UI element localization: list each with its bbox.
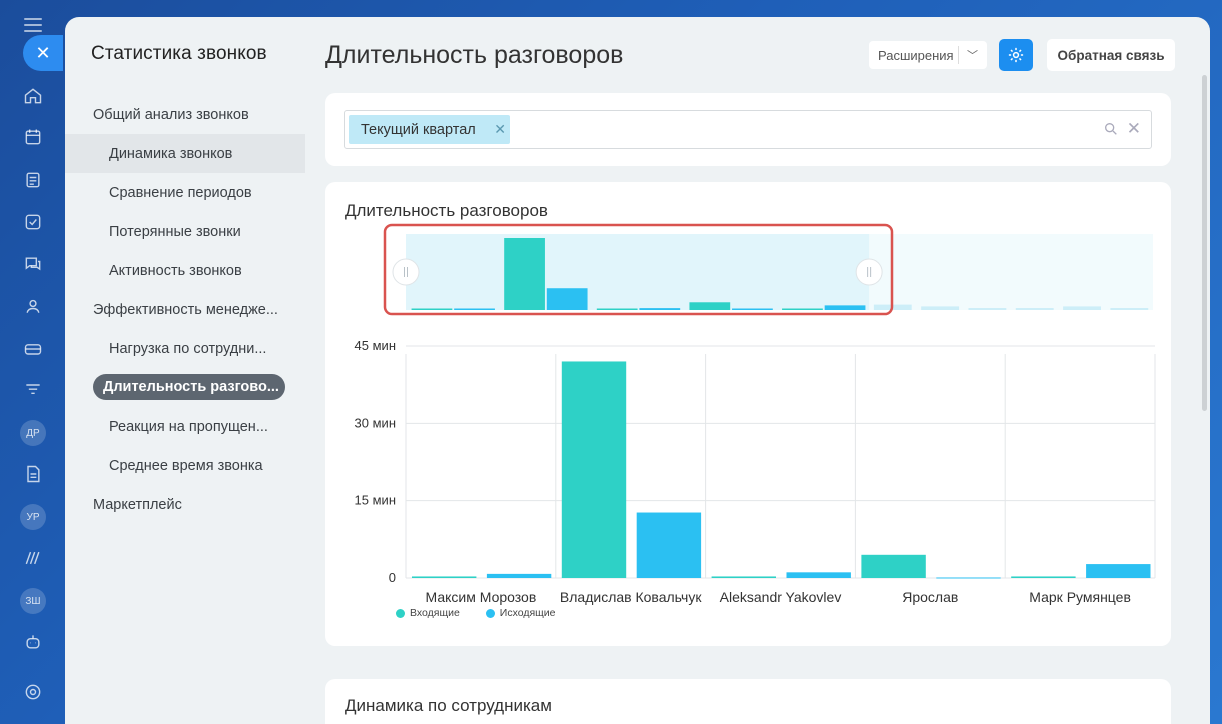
y-tick-label: 45 мин <box>355 338 396 353</box>
bar-incoming <box>1011 576 1076 578</box>
navigator-bar <box>824 305 866 310</box>
x-tick-label: Aleksandr Yakovlev <box>720 589 842 605</box>
bar-incoming <box>711 576 777 578</box>
x-tick-label: Ярослав <box>902 589 958 605</box>
y-tick-label: 15 мин <box>355 493 396 508</box>
filter-card: Текущий квартал ✕ ✕ <box>325 93 1171 166</box>
legend-dot-outgoing <box>485 608 495 618</box>
legend-item-incoming[interactable]: Входящие <box>396 607 460 619</box>
chart-title: Длительность разговоров <box>345 201 548 220</box>
sidebar-item[interactable]: Динамика звонков <box>65 134 305 173</box>
bar-incoming <box>861 554 926 578</box>
navigator-bar <box>454 308 495 310</box>
sidebar-item[interactable]: Сравнение периодов <box>65 173 305 212</box>
report-sidebar: Статистика звонков Общий анализ звонков Д… <box>65 17 305 724</box>
menu-icon[interactable] <box>24 18 42 32</box>
extensions-label: Расширения <box>878 47 954 63</box>
navigator-bar-faded <box>921 306 960 310</box>
funnel-icon[interactable] <box>21 378 45 402</box>
marketplace-icon[interactable] <box>21 546 45 570</box>
workgroup-avatar[interactable]: ЗШ <box>20 588 46 614</box>
filter-tag-label: Текущий квартал <box>361 121 476 138</box>
sidebar-item[interactable]: Маркетплейс <box>65 485 305 524</box>
main-content: Длительность разговоров Расширения ﹀ Обр… <box>325 17 1210 724</box>
navigator-bar <box>639 308 681 310</box>
bar-outgoing <box>486 573 552 578</box>
section-title: Динамика по сотрудникам <box>345 696 552 715</box>
legend-label-outgoing: Исходящие <box>499 607 556 619</box>
navigator-bar <box>411 308 453 310</box>
navigator-bar <box>689 302 731 310</box>
robot-icon[interactable] <box>21 630 45 654</box>
crm-icon[interactable] <box>21 337 45 361</box>
navigator-bar <box>504 238 545 310</box>
bar-incoming <box>411 576 477 578</box>
sidebar-item[interactable]: Нагрузка по сотрудни... <box>65 329 305 368</box>
scrollbar[interactable] <box>1202 75 1207 411</box>
sidebar-item[interactable]: Реакция на пропущен... <box>65 407 305 446</box>
workgroup-avatar[interactable]: ДР <box>20 420 46 446</box>
y-tick-label: 0 <box>389 570 396 585</box>
search-icon[interactable] <box>1103 121 1119 142</box>
legend-item-outgoing[interactable]: Исходящие <box>485 607 556 619</box>
app-rail: ✕ ДР УР ЗШ <box>0 0 66 724</box>
navigator-handle-left <box>392 258 420 286</box>
sidebar-item[interactable]: Среднее время звонка <box>65 446 305 485</box>
x-tick-label: Максим Морозов <box>426 589 537 605</box>
document-icon[interactable] <box>21 168 45 192</box>
tasks-icon[interactable] <box>21 210 45 234</box>
settings-icon[interactable] <box>21 680 45 704</box>
bar-outgoing <box>786 572 851 578</box>
duration-chart: 0 15 мин 30 мин 45 мин Максим Морозов Владисл… <box>355 223 1156 605</box>
navigator-bar-faded <box>1110 308 1149 310</box>
bar-outgoing <box>1086 564 1151 578</box>
settings-button[interactable] <box>999 39 1033 71</box>
sidebar-item[interactable]: Потерянные звонки <box>65 212 305 251</box>
chart-legend: Входящие Исходящие <box>396 607 556 619</box>
navigator-bar-faded <box>1015 308 1054 310</box>
bar-outgoing <box>636 512 702 578</box>
chat-icon[interactable] <box>21 252 45 276</box>
bar-outgoing <box>936 577 1001 579</box>
sidebar-title: Статистика звонков <box>91 43 267 64</box>
legend-dot-incoming <box>396 608 405 618</box>
file-icon[interactable] <box>21 462 45 486</box>
sidebar-item[interactable]: Активность звонков <box>65 251 305 290</box>
clear-icon[interactable]: ✕ <box>1127 119 1141 139</box>
navigator-bar <box>546 288 588 310</box>
gear-icon <box>1008 47 1024 63</box>
navigator-bar-faded <box>968 308 1007 310</box>
employee-dynamics-card: Динамика по сотрудникам <box>325 679 1171 724</box>
legend-label-incoming: Входящие <box>410 607 460 619</box>
navigator-bar <box>782 308 823 310</box>
chevron-down-icon: ﹀ <box>967 50 978 62</box>
home-icon[interactable] <box>21 84 45 108</box>
y-tick-label: 30 мин <box>355 415 396 430</box>
slider-panel: Статистика звонков Общий анализ звонков Д… <box>65 17 1210 724</box>
navigator-bar-faded <box>1063 306 1101 310</box>
extensions-dropdown[interactable]: Расширения ﹀ <box>869 41 987 69</box>
users-icon[interactable] <box>21 294 45 318</box>
close-panel-button[interactable]: ✕ <box>23 35 63 71</box>
chart-card: Длительность разговоров 0 15 мин 30 мин 45 … <box>325 182 1171 646</box>
sidebar-item[interactable]: Общий анализ звонков <box>65 95 305 134</box>
remove-tag-icon[interactable]: ✕ <box>494 121 506 138</box>
sidebar-item[interactable]: Эффективность менедже... <box>65 290 305 329</box>
navigator-handle-right <box>855 258 883 286</box>
navigator-selection <box>406 234 870 310</box>
x-tick-label: Владислав Ковальчук <box>560 589 702 605</box>
feedback-button[interactable]: Обратная связь <box>1047 39 1175 71</box>
x-tick-label: Марк Румянцев <box>1029 589 1131 605</box>
workgroup-avatar[interactable]: УР <box>20 504 46 530</box>
navigator-bar <box>596 308 638 310</box>
filter-tag[interactable]: Текущий квартал ✕ <box>349 115 510 144</box>
navigator-bar <box>732 308 773 310</box>
calendar-icon[interactable] <box>21 125 45 149</box>
sidebar-item[interactable]: Длительность разгово... <box>93 374 285 400</box>
filter-input[interactable]: Текущий квартал ✕ ✕ <box>344 110 1152 149</box>
divider <box>958 46 959 64</box>
sidebar-nav: Общий анализ звонков Динамика звонков Срав… <box>65 95 305 524</box>
page-title: Длительность разговоров <box>325 41 624 69</box>
bar-incoming <box>561 361 627 578</box>
